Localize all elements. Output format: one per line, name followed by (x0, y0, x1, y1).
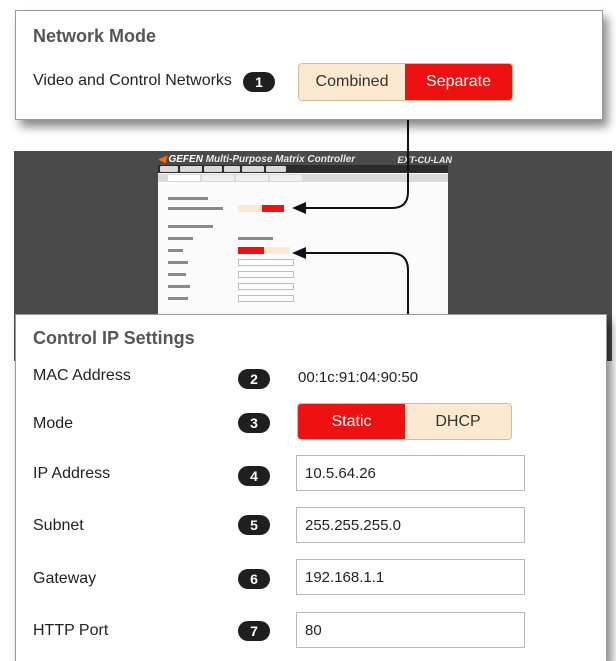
step-badge-5: 5 (238, 515, 270, 535)
network-mode-title: Network Mode (33, 26, 157, 46)
mode-label: Mode (33, 415, 74, 432)
step-badge-2: 2 (238, 369, 270, 389)
subnet-field[interactable]: 255.255.255.0 (296, 507, 525, 543)
gateway-field[interactable]: 192.168.1.1 (296, 559, 525, 595)
step-badge-6: 6 (238, 569, 270, 589)
step-badge-3: 3 (238, 413, 270, 433)
dhcp-button[interactable]: DHCP (405, 404, 511, 439)
http-port-label: HTTP Port (33, 622, 109, 639)
background-model: EXT-CU-LAN (397, 155, 453, 165)
step-badge-1: 1 (243, 72, 275, 92)
subnet-label: Subnet (33, 517, 84, 534)
brand-logo-icon: ◀ (158, 154, 166, 165)
network-mode-card: Network Mode Video and Control Networks … (15, 10, 603, 120)
control-ip-settings-card: Control IP Settings MAC Address 2 00:1c:… (15, 314, 607, 661)
mac-address-value: 00:1c:91:04:90:50 (298, 369, 419, 386)
background-subtabs (158, 174, 448, 182)
mac-address-label: MAC Address (33, 367, 131, 384)
separate-button[interactable]: Separate (405, 64, 512, 100)
network-mode-toggle: Combined Separate (298, 63, 513, 101)
video-control-networks-label: Video and Control Networks (33, 72, 232, 89)
step-badge-4: 4 (238, 466, 270, 486)
ip-address-field[interactable]: 10.5.64.26 (296, 455, 525, 491)
static-button[interactable]: Static (298, 404, 405, 439)
gateway-label: Gateway (33, 570, 97, 587)
control-ip-settings-title: Control IP Settings (33, 328, 195, 348)
http-port-field[interactable]: 80 (296, 612, 525, 648)
combined-button[interactable]: Combined (299, 64, 405, 100)
mode-toggle: Static DHCP (297, 403, 512, 440)
background-nav (158, 165, 448, 173)
background-brand: ◀ GEFEN Multi-Purpose Matrix Controller (158, 154, 356, 165)
ip-address-label: IP Address (33, 465, 111, 482)
step-badge-7: 7 (238, 621, 270, 641)
